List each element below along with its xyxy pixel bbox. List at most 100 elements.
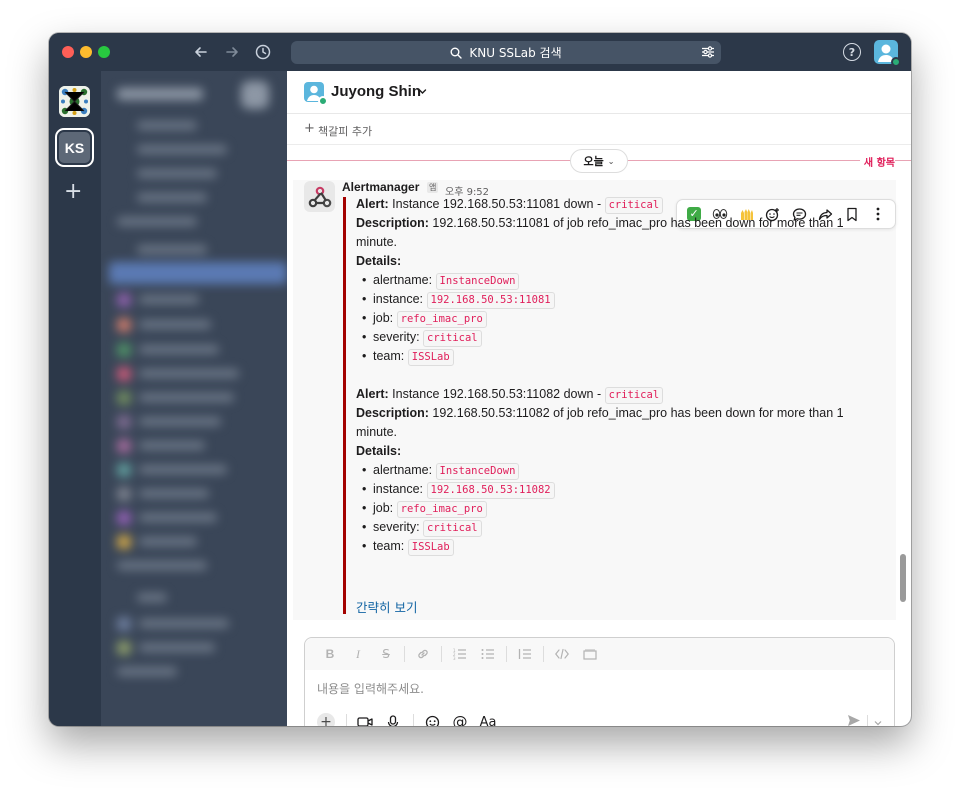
help-icon[interactable]: ? bbox=[843, 43, 861, 61]
list-item: team: ISSLab bbox=[362, 347, 856, 366]
alertmanager-avatar[interactable] bbox=[304, 181, 335, 212]
microphone-icon[interactable] bbox=[380, 710, 406, 726]
send-controls bbox=[847, 712, 882, 726]
more-actions-icon[interactable] bbox=[867, 203, 889, 225]
code-block-icon[interactable] bbox=[576, 644, 604, 664]
ordered-list-icon[interactable]: 123 bbox=[446, 644, 474, 664]
message-input[interactable]: 내용을 입력해주세요. bbox=[317, 680, 424, 697]
zoom-window-button[interactable] bbox=[98, 46, 110, 58]
date-label: 오늘 bbox=[583, 155, 604, 168]
workspace-logo-icon[interactable] bbox=[59, 86, 90, 117]
link-icon[interactable] bbox=[409, 644, 437, 664]
schedule-chevron-down-icon[interactable] bbox=[874, 712, 882, 726]
strikethrough-icon[interactable]: S bbox=[372, 644, 400, 664]
emoji-icon[interactable] bbox=[419, 710, 445, 726]
list-item: job: refo_imac_pro bbox=[362, 499, 856, 518]
alert-attachment: Alert: Instance 192.168.50.53:11081 down… bbox=[356, 195, 856, 556]
detail-key: alertname: bbox=[373, 273, 433, 287]
send-icon[interactable] bbox=[847, 712, 861, 726]
chevron-down-icon[interactable] bbox=[418, 87, 427, 99]
list-item: instance: 192.168.50.53:11081 bbox=[362, 290, 856, 309]
detail-key: job: bbox=[373, 311, 394, 325]
alert-text: Instance 192.168.50.53:11082 down - bbox=[392, 387, 605, 401]
mention-icon[interactable]: @ bbox=[447, 710, 473, 726]
severity-code: critical bbox=[604, 387, 664, 404]
bulleted-list-icon[interactable] bbox=[474, 644, 502, 664]
description-text: 192.168.50.53:11082 of job refo_imac_pro… bbox=[356, 406, 844, 439]
detail-value: ISSLab bbox=[407, 539, 454, 556]
user-avatar[interactable] bbox=[874, 40, 901, 67]
details-label: Details: bbox=[356, 444, 402, 458]
svg-text:3: 3 bbox=[453, 656, 456, 660]
channel-sidebar bbox=[101, 71, 287, 726]
list-item: team: ISSLab bbox=[362, 537, 856, 556]
history-clock-icon[interactable] bbox=[253, 42, 273, 62]
description-label: Description: bbox=[356, 216, 429, 230]
minimize-window-button[interactable] bbox=[80, 46, 92, 58]
message-scrollbar[interactable] bbox=[900, 554, 906, 602]
description-line: Description: 192.168.50.53:11082 of job … bbox=[356, 404, 856, 442]
date-jump-button[interactable]: 오늘 ⌄ bbox=[570, 149, 628, 173]
description-text: 192.168.50.53:11081 of job refo_imac_pro… bbox=[356, 216, 844, 249]
details-list: alertname: InstanceDown instance: 192.16… bbox=[356, 271, 856, 366]
detail-value: InstanceDown bbox=[435, 273, 520, 290]
search-text: KNU SSLab 검색 bbox=[469, 46, 562, 60]
italic-icon[interactable]: I bbox=[344, 644, 372, 664]
code-icon[interactable] bbox=[548, 644, 576, 664]
detail-key: team: bbox=[373, 349, 405, 363]
detail-key: severity: bbox=[373, 330, 420, 344]
add-bookmark-button[interactable]: 책갈피 추가 bbox=[318, 123, 372, 139]
workspace-rail: KS + bbox=[49, 71, 101, 726]
description-label: Description: bbox=[356, 406, 429, 420]
format-label: Aa bbox=[479, 714, 497, 727]
attach-plus-button[interactable]: + bbox=[313, 710, 339, 726]
severity-code: critical bbox=[604, 197, 664, 214]
close-window-button[interactable] bbox=[62, 46, 74, 58]
workspace-ks-button[interactable]: KS bbox=[55, 128, 94, 167]
online-status-icon bbox=[318, 96, 328, 106]
bold-icon[interactable]: B bbox=[316, 644, 344, 664]
online-status-icon bbox=[891, 57, 901, 67]
search-icon bbox=[450, 47, 463, 59]
alert-label: Alert: bbox=[356, 197, 389, 211]
search-filter-icon[interactable] bbox=[701, 45, 715, 59]
dm-avatar-icon bbox=[304, 82, 328, 106]
plus-icon: + bbox=[317, 713, 335, 726]
title-bar: KNU SSLab 검색 ? bbox=[49, 33, 911, 71]
video-clip-icon[interactable] bbox=[352, 710, 378, 726]
list-item: alertname: InstanceDown bbox=[362, 271, 856, 290]
forward-arrow-icon[interactable] bbox=[222, 42, 242, 62]
details-label: Details: bbox=[356, 254, 402, 268]
detail-value: critical bbox=[423, 330, 482, 347]
detail-key: alertname: bbox=[373, 463, 433, 477]
chevron-down-icon: ⌄ bbox=[607, 156, 615, 166]
plus-icon[interactable]: + bbox=[304, 121, 315, 136]
show-less-link[interactable]: 간략히 보기 bbox=[356, 597, 417, 616]
webhook-icon bbox=[308, 186, 331, 207]
new-messages-label: 새 항목 bbox=[859, 154, 895, 169]
detail-key: severity: bbox=[373, 520, 420, 534]
blockquote-icon[interactable] bbox=[511, 644, 539, 664]
back-arrow-icon[interactable] bbox=[191, 42, 211, 62]
attachment-color-bar bbox=[343, 197, 346, 614]
add-workspace-icon[interactable]: + bbox=[64, 181, 82, 203]
alert-text: Instance 192.168.50.53:11081 down - bbox=[392, 197, 605, 211]
detail-value: refo_imac_pro bbox=[396, 311, 487, 328]
detail-key: instance: bbox=[373, 482, 424, 496]
bookmarks-bar: + 책갈피 추가 bbox=[287, 115, 911, 145]
detail-key: instance: bbox=[373, 292, 424, 306]
alert-label: Alert: bbox=[356, 387, 389, 401]
details-list: alertname: InstanceDown instance: 192.16… bbox=[356, 461, 856, 556]
search-bar[interactable]: KNU SSLab 검색 bbox=[291, 41, 721, 64]
message-composer: B I S 123 내용을 입력해주세요. + @ Aa bbox=[304, 637, 895, 726]
detail-key: team: bbox=[373, 539, 405, 553]
channel-title[interactable]: Juyong Shin bbox=[331, 83, 421, 100]
alert-line: Alert: Instance 192.168.50.53:11081 down… bbox=[356, 195, 856, 214]
alert-line: Alert: Instance 192.168.50.53:11082 down… bbox=[356, 385, 856, 404]
description-line: Description: 192.168.50.53:11081 of job … bbox=[356, 214, 856, 252]
app-badge: 앱 bbox=[427, 182, 439, 193]
formatting-toggle-button[interactable]: Aa bbox=[475, 710, 501, 727]
message-sender[interactable]: Alertmanager bbox=[342, 180, 419, 194]
list-item: severity: critical bbox=[362, 328, 856, 347]
